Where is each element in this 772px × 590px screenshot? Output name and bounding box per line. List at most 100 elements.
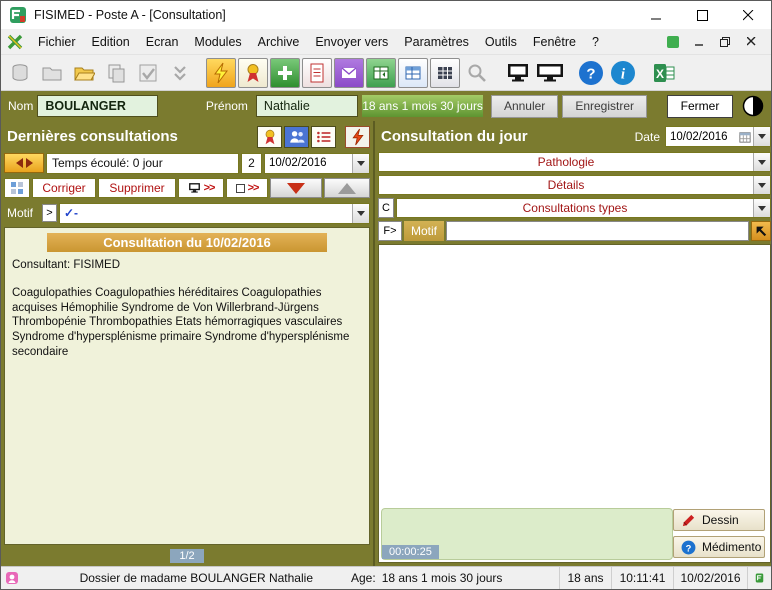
details-dropdown[interactable]: Détails: [378, 175, 771, 195]
notes-zone[interactable]: 00:00:25: [381, 508, 673, 560]
info-button[interactable]: i: [608, 58, 638, 88]
svg-text:X: X: [656, 67, 664, 81]
validate-check-icon[interactable]: [133, 58, 163, 88]
chevron-down-icon[interactable]: [352, 204, 369, 223]
motif-dropdown-left[interactable]: ✓-: [59, 203, 370, 224]
previous-consultation-view[interactable]: Consultation du 10/02/2016 Consultant: F…: [4, 227, 370, 545]
consultation-count: 2: [248, 156, 255, 170]
navigate-consultations-button[interactable]: [4, 153, 44, 173]
draw-button[interactable]: Dessin: [673, 509, 765, 531]
time-segment: 10:11:41: [611, 567, 673, 589]
contrast-toggle-icon[interactable]: [742, 95, 764, 117]
chevron-down-icon[interactable]: [753, 176, 770, 194]
chevron-down-icon[interactable]: [753, 153, 770, 171]
database-icon[interactable]: [5, 58, 35, 88]
page-indicator: 1/2: [170, 549, 203, 563]
medimento-button[interactable]: ? Médimento: [673, 536, 765, 558]
menu-fenetre[interactable]: Fenêtre: [525, 32, 584, 52]
menu-ecran[interactable]: Ecran: [138, 32, 187, 52]
motif-row-right: F> Motif: [378, 221, 771, 241]
mail-button[interactable]: [334, 58, 364, 88]
lightning-small-button[interactable]: [345, 126, 370, 148]
grid-view-button[interactable]: [4, 178, 30, 198]
monitor-button[interactable]: [503, 58, 533, 88]
today-date-picker[interactable]: 10/02/2016: [665, 126, 771, 147]
prenom-field[interactable]: Nathalie: [256, 95, 358, 117]
consultation-date-dropdown[interactable]: 10/02/2016: [264, 153, 370, 174]
menu-envoyer-vers[interactable]: Envoyer vers: [307, 32, 396, 52]
excel-export-icon[interactable]: X: [649, 58, 679, 88]
consult-types-label: Consultations types: [397, 201, 753, 215]
draw-button-label: Dessin: [702, 513, 739, 527]
close-record-button[interactable]: Fermer: [667, 95, 733, 118]
lightning-button[interactable]: [206, 58, 236, 88]
minimize-icon[interactable]: [633, 1, 679, 29]
scroll-up-button[interactable]: [324, 178, 370, 198]
pathology-dropdown[interactable]: Pathologie: [378, 152, 771, 172]
award-button[interactable]: [238, 58, 268, 88]
maximize-icon[interactable]: [679, 1, 725, 29]
svg-text:?: ?: [586, 65, 595, 82]
consultant-line: Consultant: FISIMED: [12, 259, 362, 271]
menu-edition[interactable]: Edition: [84, 32, 138, 52]
correct-button[interactable]: Corriger: [32, 178, 96, 198]
svg-text:?: ?: [686, 543, 692, 553]
table-dark-button[interactable]: [430, 58, 460, 88]
delete-button[interactable]: Supprimer: [98, 178, 176, 198]
consult-types-row: C Consultations types: [378, 198, 771, 218]
document-button[interactable]: [302, 58, 332, 88]
elapsed-field[interactable]: Temps écoulé: 0 jour: [46, 153, 239, 174]
motif-input[interactable]: [446, 221, 749, 241]
menu-fichier[interactable]: Fichier: [30, 32, 84, 52]
mdi-restore-icon[interactable]: [716, 33, 734, 51]
mdi-minimize-icon[interactable]: [690, 33, 708, 51]
select-send-button[interactable]: >>: [226, 178, 268, 198]
help-button[interactable]: ?: [576, 58, 606, 88]
chevron-down-icon[interactable]: [753, 199, 770, 217]
patients-button[interactable]: [284, 126, 309, 148]
motif-label-right: Motif: [404, 221, 444, 241]
send-to-screen-button[interactable]: >>: [178, 178, 224, 198]
scroll-down-button[interactable]: [270, 178, 322, 198]
folder-closed-icon[interactable]: [37, 58, 67, 88]
close-icon[interactable]: [725, 1, 771, 29]
dual-monitor-button[interactable]: [535, 58, 565, 88]
time-value: 10:11:41: [620, 571, 666, 585]
send-arrows-label: >>: [204, 182, 215, 194]
menu-archive[interactable]: Archive: [250, 32, 308, 52]
today-consultation-area: 00:00:25 Dessin ? Médimento: [378, 244, 771, 563]
list-button[interactable]: [311, 126, 336, 148]
menubar: Fichier Edition Ecran Modules Archive En…: [1, 29, 771, 54]
award-small-button[interactable]: [257, 126, 282, 148]
chevron-down-icon[interactable]: [352, 154, 369, 173]
patient-gender-icon: [1, 571, 23, 585]
elapsed-row: Temps écoulé: 0 jour 2 10/02/2016: [4, 152, 370, 174]
patient-bar: Nom BOULANGER Prénom Nathalie 18 ans 1 m…: [1, 91, 771, 121]
archive-table-button[interactable]: [366, 58, 396, 88]
table-blue-button[interactable]: [398, 58, 428, 88]
copy-icon[interactable]: [101, 58, 131, 88]
save-button[interactable]: Enregistrer: [562, 95, 647, 118]
age-label: Age:: [351, 571, 376, 585]
motif-row-left: Motif > ✓-: [4, 202, 370, 224]
consult-types-dropdown[interactable]: Consultations types: [396, 198, 771, 218]
age-display: 18 ans 1 mois 30 jours: [362, 95, 483, 117]
mdi-close-icon[interactable]: [742, 33, 760, 51]
menu-outils[interactable]: Outils: [477, 32, 525, 52]
cancel-button[interactable]: Annuler: [491, 95, 558, 118]
menu-parametres[interactable]: Paramètres: [396, 32, 477, 52]
menu-aide[interactable]: ?: [584, 32, 607, 52]
chevron-down-icon[interactable]: [753, 127, 770, 146]
last-consultations-title: Dernières consultations: [4, 128, 255, 145]
pathology-label: Pathologie: [379, 155, 753, 169]
double-chevron-down-icon[interactable]: [165, 58, 195, 88]
session-timer: 00:00:25: [382, 545, 439, 559]
search-icon[interactable]: [462, 58, 492, 88]
today-consultation-editor[interactable]: [379, 245, 770, 506]
toolbar: ? i X: [1, 54, 771, 91]
nom-field[interactable]: BOULANGER: [37, 95, 158, 117]
expand-nw-button[interactable]: [751, 221, 771, 241]
open-folder-button[interactable]: [69, 58, 99, 88]
menu-modules[interactable]: Modules: [186, 32, 249, 52]
new-consultation-button[interactable]: [270, 58, 300, 88]
